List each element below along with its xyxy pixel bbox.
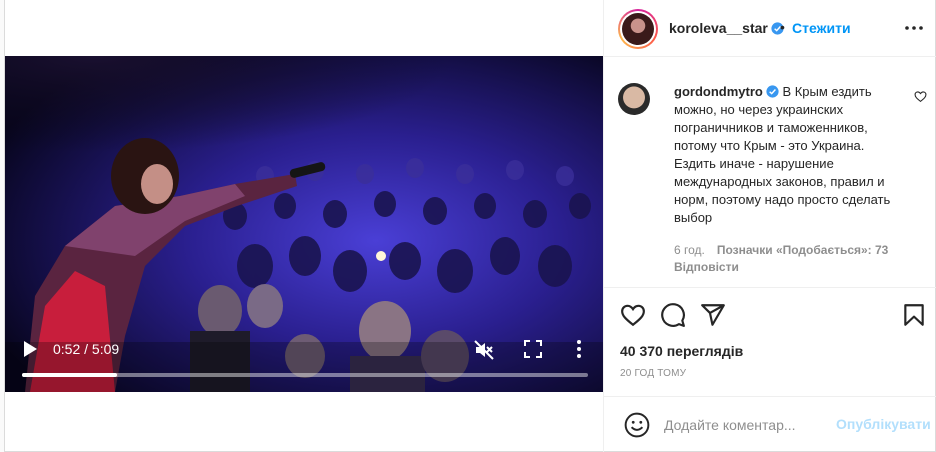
heart-icon[interactable] (620, 302, 646, 328)
comment-like-heart-icon[interactable] (914, 90, 927, 103)
comment-time[interactable]: 6 год. (674, 243, 705, 257)
more-horizontal-icon[interactable] (904, 20, 924, 36)
post-timestamp[interactable]: 20 ГОД ТОМУ (620, 368, 686, 379)
fullscreen-icon[interactable] (524, 340, 542, 358)
comment-likes[interactable]: Позначки «Подобається»: 73 (717, 243, 888, 257)
muted-speaker-icon[interactable] (474, 340, 494, 360)
video-player[interactable]: 0:52 / 5:09 (5, 56, 603, 392)
comment-icon[interactable] (660, 302, 686, 328)
video-progress-bar[interactable] (22, 373, 588, 377)
comment-meta: 6 год. Позначки «Подобається»: 73 Відпові… (674, 242, 914, 276)
play-icon[interactable] (22, 340, 38, 358)
more-vertical-icon[interactable] (575, 339, 583, 359)
video-progress-fill (22, 373, 118, 377)
post-header: koroleva__star • Стежити (604, 0, 936, 57)
avatar[interactable] (618, 9, 658, 49)
avatar-image (622, 13, 654, 45)
comment-text: В Крым ездить можно, но через украинских… (674, 84, 891, 225)
author-username[interactable]: koroleva__star (669, 20, 784, 36)
emoji-icon[interactable] (624, 412, 650, 438)
instagram-post: 0:52 / 5:09 koroleva__star • Стежити gor… (4, 0, 936, 452)
bookmark-icon[interactable] (901, 302, 927, 328)
reply-button[interactable]: Відповісти (674, 260, 739, 274)
comment-input[interactable] (664, 414, 834, 436)
video-time: 0:52 / 5:09 (53, 341, 120, 357)
header-separator: • (780, 19, 785, 35)
send-icon[interactable] (700, 302, 726, 328)
comment-body: gordondmytro В Крым ездить можно, но чер… (674, 83, 900, 227)
video-controls: 0:52 / 5:09 (5, 322, 603, 392)
commenter-avatar[interactable] (618, 83, 650, 115)
post-sidebar: koroleva__star • Стежити gordondmytro В … (603, 0, 936, 452)
post-actions (604, 287, 936, 339)
verified-badge-icon (766, 85, 779, 98)
view-count[interactable]: 40 370 переглядів (620, 343, 743, 359)
commenter-username[interactable]: gordondmytro (674, 84, 779, 99)
follow-button[interactable]: Стежити (792, 20, 851, 36)
add-comment-bar: Опублікувати (604, 396, 936, 452)
post-comment-button[interactable]: Опублікувати (836, 416, 931, 432)
